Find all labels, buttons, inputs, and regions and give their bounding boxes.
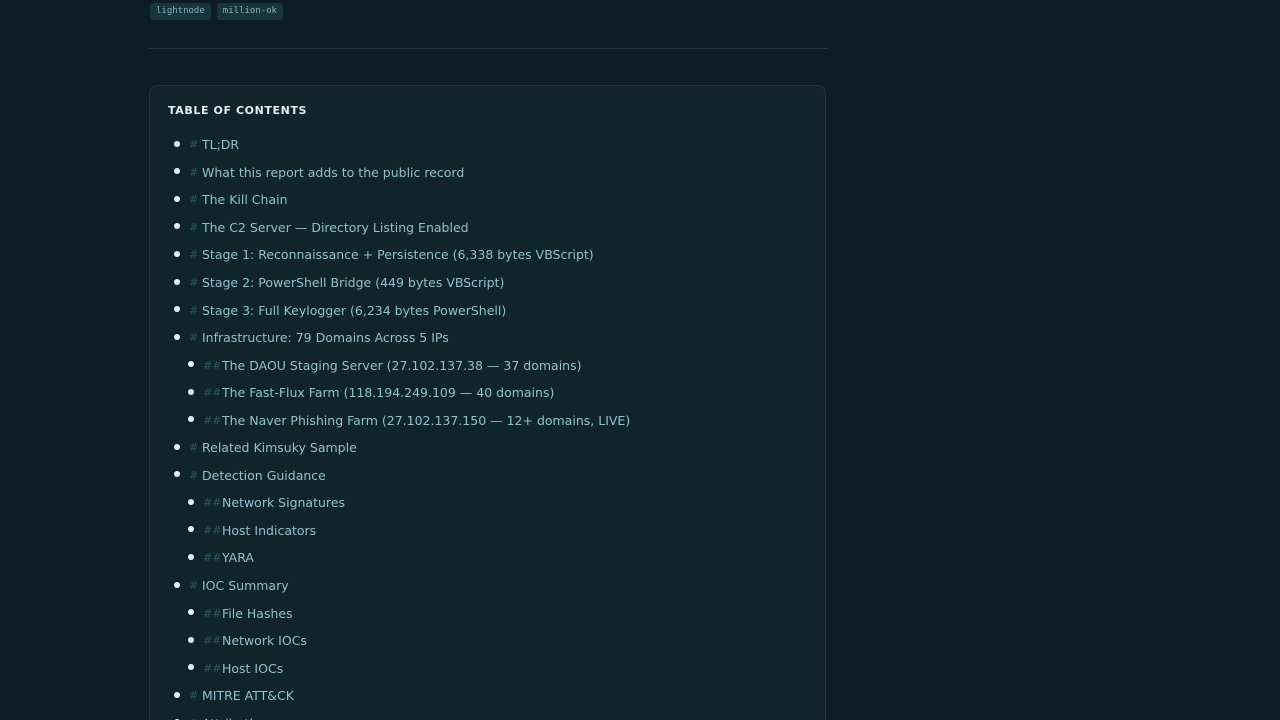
toc-link[interactable]: Attribution [202,716,269,720]
bullet-icon [188,609,194,616]
toc-link[interactable]: File Hashes [222,606,293,621]
heading-anchor-marker: # [189,220,199,234]
heading-anchor-marker: ## [203,523,222,537]
table-of-contents: TABLE OF CONTENTS # TL;DR # What this repor… [149,85,826,720]
toc-link[interactable]: The Kill Chain [202,192,288,207]
toc-item: #Attribution [150,709,825,720]
bullet-icon [188,664,194,671]
toc-item: # The C2 Server — Directory Listing Enabl… [150,214,825,242]
bullet-icon [188,636,194,643]
heading-anchor-marker: ## [203,661,222,675]
toc-item: ## The DAOU Staging Server (27.102.137.38… [150,351,825,379]
toc-item: ## The Fast-Flux Farm (118.194.249.109 — … [150,379,825,407]
bullet-icon [188,416,194,423]
bullet-icon [174,471,180,478]
tag-list: lightnode million-ok [150,3,283,20]
toc-link[interactable]: What this report adds to the public reco… [202,165,464,180]
bullet-icon [174,195,180,202]
bullet-icon [174,140,180,147]
toc-link[interactable]: Related Kimsuky Sample [202,440,357,455]
heading-anchor-marker: # [189,303,199,317]
page: lightnode million-ok TABLE OF CONTENTS #… [0,0,1280,720]
bullet-icon [174,223,180,230]
bullet-icon [174,581,180,588]
tag-lightnode[interactable]: lightnode [150,3,211,20]
heading-anchor-marker: # [189,441,199,455]
toc-item: # The Kill Chain [150,186,825,214]
toc-item: # Stage 2: PowerShell Bridge (449 bytes V… [150,269,825,297]
bullet-icon [174,168,180,175]
heading-anchor-marker: # [189,138,199,152]
toc-link[interactable]: Network Signatures [222,495,345,510]
toc-item: # What this report adds to the public rec… [150,159,825,187]
toc-item: # Infrastructure: 79 Domains Across 5 IPs [150,324,825,352]
toc-link[interactable]: IOC Summary [202,578,289,593]
toc-link[interactable]: TL;DR [202,137,239,152]
toc-link[interactable]: Host IOCs [222,661,283,676]
toc-link[interactable]: Host Indicators [222,523,316,538]
toc-link[interactable]: The DAOU Staging Server (27.102.137.38 —… [222,358,581,373]
toc-title: TABLE OF CONTENTS [168,104,308,117]
heading-anchor-marker: ## [203,634,222,648]
toc-item: # IOC Summary [150,572,825,600]
bullet-icon [188,361,194,368]
toc-link[interactable]: Stage 3: Full Keylogger (6,234 bytes Pow… [202,303,506,318]
toc-item: # Stage 1: Reconnaissance + Persistence (… [150,241,825,269]
bullet-icon [174,443,180,450]
bullet-icon [174,333,180,340]
toc-item: ## Network Signatures [150,489,825,517]
bullet-icon [188,553,194,560]
heading-anchor-marker: ## [203,413,222,427]
heading-anchor-marker: # [189,468,199,482]
heading-anchor-marker: # [189,165,199,179]
heading-anchor-marker: ## [203,386,222,400]
toc-link[interactable]: Network IOCs [222,633,307,648]
toc-link[interactable]: MITRE ATT&CK [202,688,294,703]
heading-anchor-marker: # [189,689,199,703]
toc-item: ## The Naver Phishing Farm (27.102.137.15… [150,406,825,434]
toc-item: # MITRE ATT&CK [150,682,825,710]
heading-anchor-marker: # [189,276,199,289]
heading-anchor-marker: # [189,579,199,593]
toc-item: ## YARA [150,544,825,572]
heading-anchor-marker: ## [203,551,222,565]
toc-link[interactable]: Detection Guidance [202,468,326,483]
toc-link[interactable]: The C2 Server — Directory Listing Enable… [202,220,469,235]
divider [149,48,828,49]
toc-item: # Related Kimsuky Sample [150,434,825,462]
heading-anchor-marker: # [189,193,199,207]
bullet-icon [188,388,194,395]
heading-anchor-marker: # [189,331,199,345]
heading-anchor-marker: ## [203,496,222,510]
toc-item: ## Network IOCs [150,627,825,655]
toc-item: # Detection Guidance [150,462,825,490]
toc-link[interactable]: The Naver Phishing Farm (27.102.137.150 … [222,413,630,428]
toc-item: ## Host Indicators [150,517,825,545]
bullet-icon [188,498,194,505]
heading-anchor-marker: ## [203,358,222,372]
toc-item: ## Host IOCs [150,654,825,682]
bullet-icon [188,526,194,533]
toc-link[interactable]: The Fast-Flux Farm (118.194.249.109 — 40… [222,385,554,400]
tag-million-ok[interactable]: million-ok [216,3,283,20]
bullet-icon [174,306,180,313]
bullet-icon [174,250,180,257]
toc-list: # TL;DR # What this report adds to the publ… [150,131,825,720]
bullet-icon [174,278,180,285]
toc-link[interactable]: YARA [222,550,254,565]
bullet-icon [174,691,180,698]
toc-item: # TL;DR [150,131,825,159]
toc-link[interactable]: Infrastructure: 79 Domains Across 5 IPs [202,330,449,345]
toc-link[interactable]: Stage 2: PowerShell Bridge (449 bytes VB… [202,275,504,290]
heading-anchor-marker: # [189,248,199,262]
toc-item: ## File Hashes [150,599,825,627]
toc-item: # Stage 3: Full Keylogger (6,234 bytes Po… [150,296,825,324]
toc-link[interactable]: Stage 1: Reconnaissance + Persistence (6… [202,247,594,262]
heading-anchor-marker: ## [203,606,222,620]
